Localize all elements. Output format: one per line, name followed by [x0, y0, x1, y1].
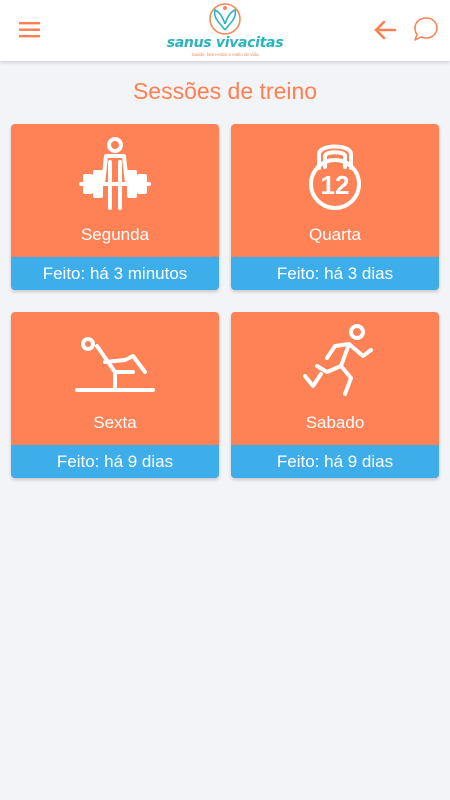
session-card-quarta[interactable]: 12 Quarta Feito: há 3 dias — [231, 124, 439, 290]
session-card-sabado[interactable]: Sabado Feito: há 9 dias — [231, 312, 439, 478]
session-status-bar: Feito: há 3 dias — [231, 257, 439, 290]
session-card-sexta[interactable]: Sexta Feito: há 9 dias — [11, 312, 219, 478]
brand-name: sanus vivacitas — [166, 35, 284, 51]
session-day-label: Sexta — [93, 413, 137, 432]
top-app-bar: sanus vivacitas Saúde, bem-estar e estil… — [0, 0, 450, 61]
session-day-label: Sabado — [305, 413, 365, 432]
session-day-label: Quarta — [309, 225, 361, 244]
session-status-bar: Feito: há 9 dias — [11, 445, 219, 478]
runner-icon — [303, 324, 373, 396]
weightlifter-icon — [79, 137, 151, 210]
session-status-bar: Feito: há 9 dias — [231, 445, 439, 478]
brand-logo: sanus vivacitas Saúde, bem-estar e estil… — [160, 2, 290, 58]
stretching-icon — [75, 337, 155, 392]
arrow-left-icon[interactable] — [372, 17, 398, 43]
session-card-segunda[interactable]: Segunda Feito: há 3 minutos — [11, 124, 219, 290]
svg-text:12: 12 — [321, 170, 350, 200]
brand-tagline: Saúde, bem-estar e estilo de vida — [191, 52, 259, 57]
page-title: Sessões de treino — [132, 78, 318, 104]
kettlebell-icon: 12 — [309, 144, 361, 210]
session-day-label: Segunda — [80, 225, 150, 244]
butterfly-logo-icon — [209, 3, 241, 35]
hamburger-menu-icon[interactable] — [18, 18, 44, 42]
session-status-bar: Feito: há 3 minutos — [11, 257, 219, 290]
chat-bubble-icon[interactable] — [410, 14, 440, 44]
